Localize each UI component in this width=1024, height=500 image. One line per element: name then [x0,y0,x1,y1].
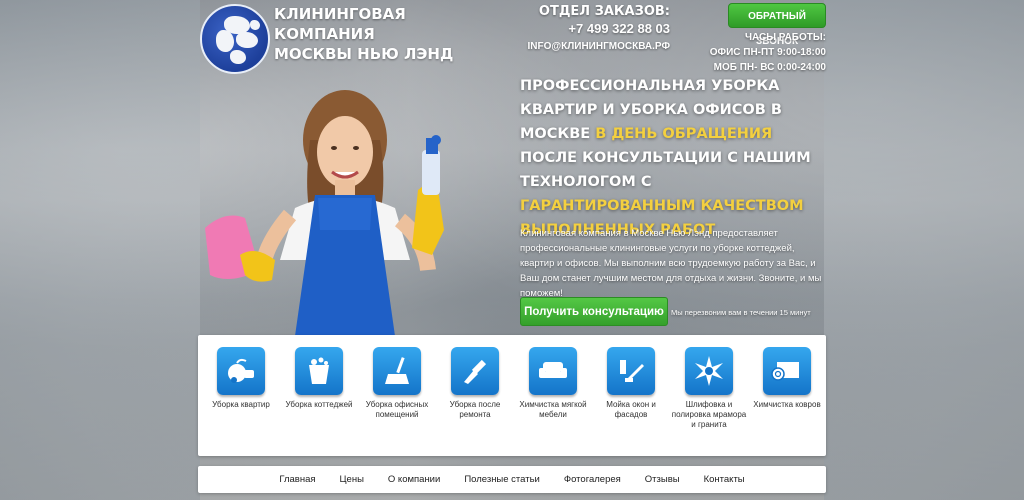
nav-reviews[interactable]: Отзывы [633,474,692,485]
orders-email[interactable]: INFO@КЛИНИНГМОСКВА.РФ [520,40,670,54]
company-name: КЛИНИНГОВАЯ КОМПАНИЯ МОСКВЫ НЬЮ ЛЭНД [274,4,474,64]
hours-title: ЧАСЫ РАБОТЫ: [745,32,826,43]
paint-brush-icon [451,347,499,395]
nav-gallery[interactable]: Фотогалерея [552,474,633,485]
headline-highlight1: В ДЕНЬ ОБРАЩЕНИЯ [595,126,773,142]
company-name-line1: КЛИНИНГОВАЯ КОМПАНИЯ [274,5,406,43]
service-upholstery[interactable]: Химчистка мягкой мебели [515,347,591,420]
hours-mobile: МОБ ПН- ВС 0:00-24:00 [713,62,826,73]
hours-office: ОФИС ПН-ПТ 9:00-18:00 [709,47,826,58]
service-marble[interactable]: Шлифовка и полировка мрамора и гранита [671,347,747,430]
nav-articles[interactable]: Полезные статьи [452,474,552,485]
cleaning-woman-image [205,90,444,336]
services-panel: Уборка квартир Уборка коттеджей Уборка о… [198,335,826,456]
service-label: Уборка офисных помещений [365,400,429,419]
broom-icon [373,347,421,395]
orders-block: ОТДЕЛ ЗАКАЗОВ: +7 499 322 88 03 INFO@КЛИ… [520,4,670,54]
orders-label: ОТДЕЛ ЗАКАЗОВ: [538,4,670,19]
service-after-renovation[interactable]: Уборка после ремонта [437,347,513,420]
nav-home[interactable]: Главная [267,474,327,485]
service-offices[interactable]: Уборка офисных помещений [359,347,435,420]
callback-note: Мы перезвоним вам в течении 15 минут [671,308,811,317]
working-hours: ЧАСЫ РАБОТЫ: ОФИС ПН-ПТ 9:00-18:00 МОБ П… [700,30,826,75]
service-apartments[interactable]: Уборка квартир [203,347,279,410]
main-navigation: Главная Цены О компании Полезные статьи … [198,466,826,493]
service-label: Уборка квартир [212,400,270,409]
star-burst-icon [685,347,733,395]
service-label: Мойка окон и фасадов [606,400,656,419]
get-consultation-button[interactable]: Получить консультацию [520,297,668,326]
company-description: Клининговая компания в Москве Нью Лэнд п… [520,228,822,299]
service-cottages[interactable]: Уборка коттеджей [281,347,357,410]
callback-button[interactable]: ОБРАТНЫЙ ЗВОНОК [728,3,826,47]
service-label: Уборка после ремонта [449,400,501,419]
service-label: Уборка коттеджей [285,400,353,409]
sofa-icon [529,347,577,395]
background-left [0,0,200,500]
service-label: Шлифовка и полировка мрамора и гранита [671,400,747,429]
headline-part2: ПОСЛЕ КОНСУЛЬТАЦИИ С НАШИМ ТЕХНОЛОГОМ С [520,150,811,190]
service-label: Химчистка мягкой мебели [519,400,587,419]
service-carpets[interactable]: Химчистка ковров [749,347,825,410]
globe-logo-icon[interactable] [200,4,270,74]
bucket-icon [295,347,343,395]
nav-contacts[interactable]: Контакты [692,474,757,485]
vacuum-cleaner-icon [217,347,265,395]
carpet-roll-icon [763,347,811,395]
headline: ПРОФЕССИОНАЛЬНАЯ УБОРКА КВАРТИР И УБОРКА… [520,74,820,242]
company-name-line2: МОСКВЫ НЬЮ ЛЭНД [274,45,454,63]
service-label: Химчистка ковров [753,400,821,409]
nav-about[interactable]: О компании [376,474,452,485]
window-squeegee-icon [607,347,655,395]
orders-phone[interactable]: +7 499 322 88 03 [520,20,670,38]
service-windows[interactable]: Мойка окон и фасадов [593,347,669,420]
background-right [824,0,1024,500]
nav-prices[interactable]: Цены [328,474,376,485]
